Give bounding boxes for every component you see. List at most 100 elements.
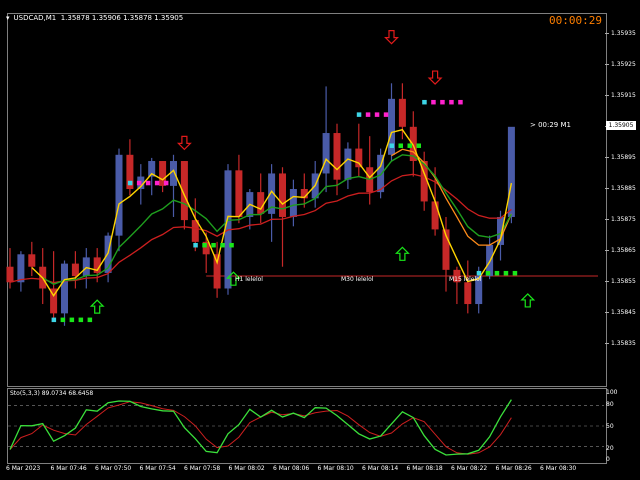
price-axis-text: 1.35915 [611, 91, 636, 99]
candle-body [257, 192, 265, 214]
candle-body [289, 189, 297, 217]
buy-arrow-icon [520, 293, 536, 308]
candle-body [28, 254, 36, 267]
price-axis-label: 1.35855 [605, 278, 636, 286]
candle-body [279, 173, 286, 217]
sell-arrow-icon [384, 30, 399, 45]
sell-arrow-icon [176, 135, 192, 151]
price-axis-tick [605, 343, 609, 345]
signal-dot [383, 112, 389, 117]
candle-body [431, 201, 439, 230]
price-axis-tick [605, 219, 609, 221]
price-axis-text: 1.35835 [611, 340, 636, 348]
oscillator-label: Sto(5,3,3) 89.0734 68.6458 [10, 390, 94, 397]
candle-body [235, 170, 243, 217]
time-axis-label: 6 Mar 08:26 [495, 465, 532, 472]
price-axis-tick [605, 281, 609, 283]
price-axis-text: 1.35935 [611, 29, 636, 37]
level-label-m15: M15 lelelol [449, 276, 482, 283]
signal-dot [229, 242, 234, 248]
candle-body [71, 263, 79, 277]
signal-dot [145, 180, 151, 186]
price-axis-tick [605, 32, 609, 34]
price-axis-text: 1.35925 [611, 60, 636, 68]
candle-body [344, 148, 352, 180]
signal-dot [416, 143, 421, 148]
price-axis-tick [605, 63, 609, 65]
time-axis-label: 6 Mar 08:30 [540, 465, 577, 472]
signal-dot [440, 99, 445, 105]
price-axis-tick [605, 312, 609, 314]
signal-dot [163, 180, 169, 186]
signal-dot [494, 270, 500, 276]
price-axis-text: 1.35875 [611, 216, 636, 224]
candle-body [464, 282, 472, 305]
signal-dot [202, 242, 207, 248]
time-axis-label: 6 Mar 08:10 [317, 465, 354, 472]
current-price-tag: 1.35905 [606, 121, 636, 130]
signal-dot [356, 112, 362, 117]
signal-dot [431, 99, 436, 105]
time-axis-label: 6 Mar 2023 [6, 465, 41, 472]
signal-dot [398, 143, 403, 148]
candle-body [355, 148, 363, 168]
price-axis-label: 1.35845 [605, 309, 636, 316]
signal-dot [485, 270, 491, 276]
level-label-m30: M30 lelelol [341, 276, 374, 283]
signal-dot [211, 242, 216, 248]
price-axis-label: 1.35875 [605, 216, 636, 224]
osc-level-50: 50 [606, 423, 614, 430]
candle-body [17, 254, 25, 283]
time-axis-label: 6 Mar 08:18 [406, 465, 443, 472]
price-axis-text: 1.35855 [611, 278, 636, 286]
osc-level-100: 100 [606, 389, 618, 396]
signal-dot [51, 317, 57, 323]
signal-dot [60, 317, 66, 323]
candle-body [61, 263, 68, 314]
price-axis-label: 1.35865 [605, 247, 636, 255]
signal-dot [389, 143, 394, 148]
signal-dot [422, 99, 427, 105]
price-axis-text: 1.35895 [611, 153, 636, 161]
time-axis-label: 6 Mar 07:58 [184, 465, 221, 472]
candle-body [398, 98, 406, 127]
candle-body [170, 161, 177, 186]
sell-arrow-icon [427, 70, 443, 85]
time-axis-label: 6 Mar 07:54 [139, 465, 176, 472]
signal-dot [365, 112, 371, 117]
price-axis-text: 1.35865 [611, 247, 636, 255]
price-axis-tick [605, 188, 609, 189]
time-axis-label: 6 Mar 07:46 [50, 465, 87, 472]
candle-body [333, 133, 341, 180]
price-axis-label: 1.35885 [605, 185, 636, 192]
time-axis-label: 6 Mar 07:50 [95, 465, 132, 472]
osc-level-20: 20 [606, 445, 614, 452]
price-axis-label: 1.35895 [605, 153, 636, 161]
signal-dot [374, 112, 380, 117]
signal-dot [193, 242, 198, 248]
candle-body [213, 254, 221, 289]
signal-dot [220, 242, 225, 248]
time-axis-label: 6 Mar 08:02 [228, 465, 265, 472]
signal-dot [476, 270, 482, 276]
buy-arrow-icon [394, 246, 410, 261]
price-axis-tick [605, 94, 609, 96]
candle-body [82, 257, 90, 277]
candle-body [322, 133, 330, 174]
mid-ma-line [391, 148, 512, 246]
price-axis-text: 1.35885 [611, 185, 636, 192]
candle-body [6, 266, 14, 283]
signal-dot [503, 270, 509, 276]
price-axis-label: 1.35835 [605, 340, 636, 348]
signal-dot [136, 180, 142, 186]
signal-dot [127, 180, 133, 186]
price-axis-tick [605, 250, 609, 252]
price-axis-label: 1.35915 [605, 91, 636, 99]
candle-body [507, 126, 515, 217]
price-axis-label: 1.35935 [605, 29, 636, 37]
signal-dot [69, 317, 75, 323]
signal-dot [78, 317, 84, 323]
time-axis-label: 6 Mar 08:14 [362, 465, 399, 472]
osc-level-0: 0 [606, 456, 610, 463]
candle-body [115, 154, 123, 236]
